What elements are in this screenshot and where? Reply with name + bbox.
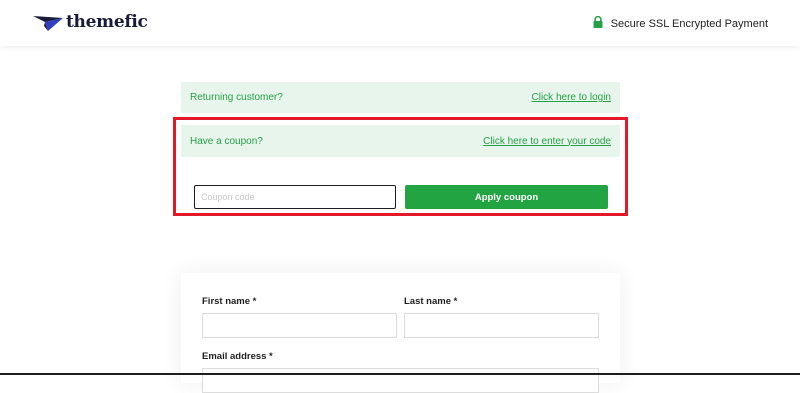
last-name-input[interactable]	[404, 313, 599, 338]
returning-customer-label: Returning customer?	[190, 92, 283, 103]
secure-payment-text: Secure SSL Encrypted Payment	[610, 17, 768, 30]
coupon-notice: Have a coupon? Click here to enter your …	[181, 125, 620, 157]
email-label: Email address *	[202, 351, 273, 362]
email-input[interactable]	[202, 368, 599, 393]
secure-payment-indicator: Secure SSL Encrypted Payment	[593, 15, 768, 31]
brand-name: themefic	[66, 12, 148, 32]
top-bar: themefic Secure SSL Encrypted Payment	[0, 0, 800, 46]
last-name-label: Last name *	[404, 296, 458, 307]
enter-coupon-link[interactable]: Click here to enter your code	[483, 136, 611, 147]
apply-coupon-button[interactable]: Apply coupon	[405, 185, 608, 209]
first-name-label: First name *	[202, 296, 257, 307]
coupon-label: Have a coupon?	[190, 135, 263, 147]
billing-form-card: First name * Last name * Email address *	[181, 273, 620, 393]
lock-icon	[593, 15, 603, 31]
first-name-input[interactable]	[202, 313, 397, 338]
coupon-code-input[interactable]	[194, 185, 396, 209]
returning-customer-notice: Returning customer? Click here to login	[181, 82, 620, 113]
login-link[interactable]: Click here to login	[532, 92, 611, 103]
brand-logo[interactable]: themefic	[33, 12, 148, 32]
paper-plane-icon	[33, 12, 63, 32]
